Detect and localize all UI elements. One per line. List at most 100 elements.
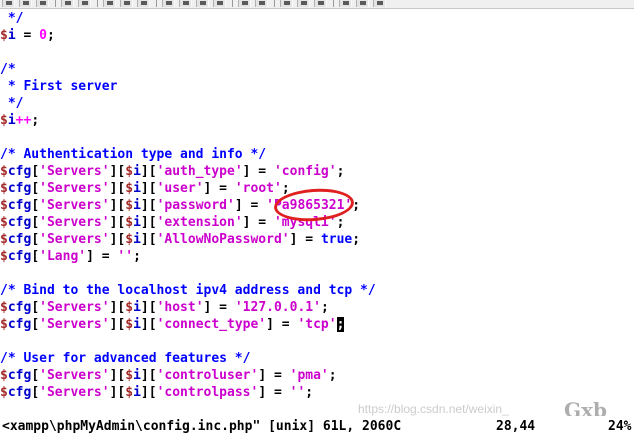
variable-token: i bbox=[7, 113, 16, 128]
variable-token: i bbox=[133, 181, 141, 196]
copy-button[interactable] bbox=[120, 0, 133, 7]
operator-token: [ bbox=[31, 385, 40, 400]
operator-token: ][ bbox=[140, 300, 157, 315]
help-button[interactable] bbox=[356, 0, 369, 7]
string-token: 'controlpass' bbox=[156, 385, 259, 400]
code-line[interactable]: /* bbox=[0, 61, 634, 78]
string-token: 'Servers' bbox=[39, 368, 110, 383]
string-token: '' bbox=[117, 249, 134, 264]
script-icon bbox=[284, 1, 290, 5]
find-next-button[interactable] bbox=[213, 0, 226, 7]
help-icon bbox=[360, 1, 366, 5]
code-line[interactable]: $cfg['Servers'][$i]['auth_type'] = 'conf… bbox=[0, 163, 634, 180]
sigil: $ bbox=[125, 300, 134, 315]
operator-token: ][ bbox=[140, 368, 157, 383]
sigil: $ bbox=[0, 300, 8, 315]
operator-token: [ bbox=[31, 249, 40, 264]
code-line[interactable] bbox=[0, 333, 634, 350]
operator-token: [ bbox=[31, 181, 40, 196]
operator-token: [ bbox=[31, 164, 40, 179]
sigil: $ bbox=[125, 232, 134, 247]
redo-button[interactable] bbox=[78, 0, 91, 7]
sigil: $ bbox=[0, 232, 8, 247]
string-token: 'Servers' bbox=[39, 300, 110, 315]
toolbar bbox=[0, 0, 634, 9]
replace-button[interactable] bbox=[179, 0, 192, 7]
operator-token: ; bbox=[281, 181, 290, 196]
code-line[interactable] bbox=[0, 265, 634, 282]
code-line[interactable]: * First server bbox=[0, 78, 634, 95]
operator-token: [ bbox=[31, 198, 40, 213]
print-button[interactable] bbox=[36, 0, 49, 7]
script-button[interactable] bbox=[280, 0, 293, 7]
code-line[interactable]: */ bbox=[0, 95, 634, 112]
find-prev-icon bbox=[200, 1, 206, 5]
sigil: $ bbox=[0, 164, 8, 179]
code-line[interactable]: $cfg['Servers'][$i]['extension'] = 'mysq… bbox=[0, 214, 634, 231]
save-button[interactable] bbox=[19, 0, 32, 7]
variable-token: cfg bbox=[7, 385, 32, 400]
code-line[interactable]: $cfg['Lang'] = ''; bbox=[0, 248, 634, 265]
operator-token: ][ bbox=[109, 232, 126, 247]
operator-token: ; bbox=[305, 385, 314, 400]
operator-token: ][ bbox=[109, 385, 126, 400]
find-button[interactable] bbox=[162, 0, 175, 7]
shell-button[interactable] bbox=[314, 0, 327, 7]
sigil: $ bbox=[125, 215, 134, 230]
variable-token: cfg bbox=[7, 317, 32, 332]
code-line[interactable]: */ bbox=[0, 10, 634, 27]
status-cursor-position: 28,44 bbox=[496, 419, 536, 434]
session-save-button[interactable] bbox=[255, 0, 268, 7]
text-cursor: ; bbox=[336, 317, 345, 332]
code-line[interactable]: $cfg['Servers'][$i]['controlpass'] = ''; bbox=[0, 384, 634, 401]
find-help-button[interactable] bbox=[373, 0, 386, 7]
session-load-icon bbox=[242, 1, 248, 5]
sigil: $ bbox=[0, 317, 8, 332]
code-line[interactable]: $cfg['Servers'][$i]['connect_type'] = 't… bbox=[0, 316, 634, 333]
toolbar-separator bbox=[274, 0, 276, 7]
paste-button[interactable] bbox=[137, 0, 150, 7]
code-line[interactable]: $i++; bbox=[0, 112, 634, 129]
operator-token: ; bbox=[336, 164, 345, 179]
operator-token: ; bbox=[352, 198, 361, 213]
cut-button[interactable] bbox=[103, 0, 116, 7]
variable-token: cfg bbox=[7, 300, 32, 315]
keyword-token: true bbox=[320, 232, 353, 247]
code-line[interactable]: /* Authentication type and info */ bbox=[0, 146, 634, 163]
undo-button[interactable] bbox=[61, 0, 74, 7]
find-prev-button[interactable] bbox=[196, 0, 209, 7]
code-line[interactable] bbox=[0, 129, 634, 146]
code-line[interactable]: $cfg['Servers'][$i]['password'] = 'Pa986… bbox=[0, 197, 634, 214]
code-line[interactable]: /* User for advanced features */ bbox=[0, 350, 634, 367]
code-line[interactable]: $cfg['Servers'][$i]['user'] = 'root'; bbox=[0, 180, 634, 197]
make-button[interactable] bbox=[297, 0, 310, 7]
find-icon bbox=[166, 1, 172, 5]
comment-token: /* Authentication type and info */ bbox=[0, 147, 267, 162]
paste-icon bbox=[141, 1, 147, 5]
code-line[interactable]: $i = 0; bbox=[0, 27, 634, 44]
save-icon bbox=[23, 1, 29, 5]
variable-token: i bbox=[133, 164, 141, 179]
operator-token: ] = bbox=[86, 249, 118, 264]
variable-token: i bbox=[133, 232, 141, 247]
comment-token: */ bbox=[0, 96, 24, 111]
code-line[interactable]: $cfg['Servers'][$i]['AllowNoPassword'] =… bbox=[0, 231, 634, 248]
session-load-button[interactable] bbox=[238, 0, 251, 7]
code-line[interactable]: $cfg['Servers'][$i]['host'] = '127.0.0.1… bbox=[0, 299, 634, 316]
string-token: 'Servers' bbox=[39, 385, 110, 400]
string-token: '' bbox=[289, 385, 306, 400]
open-button[interactable] bbox=[2, 0, 15, 7]
comment-token: /* Bind to the localhost ipv4 address an… bbox=[0, 283, 376, 298]
variable-token: i bbox=[133, 215, 141, 230]
operator-token: [ bbox=[31, 215, 40, 230]
code-line[interactable] bbox=[0, 44, 634, 61]
code-editor[interactable]: */$i = 0; /* * First server */$i++; /* A… bbox=[0, 10, 634, 413]
operator-token: [ bbox=[31, 232, 40, 247]
string-token: 'connect_type' bbox=[156, 317, 267, 332]
tag-button[interactable] bbox=[339, 0, 352, 7]
operator-token: ][ bbox=[140, 317, 157, 332]
code-line[interactable]: $cfg['Servers'][$i]['controluser'] = 'pm… bbox=[0, 367, 634, 384]
operator-token: [ bbox=[31, 317, 40, 332]
code-line[interactable]: /* Bind to the localhost ipv4 address an… bbox=[0, 282, 634, 299]
print-icon bbox=[40, 1, 46, 5]
